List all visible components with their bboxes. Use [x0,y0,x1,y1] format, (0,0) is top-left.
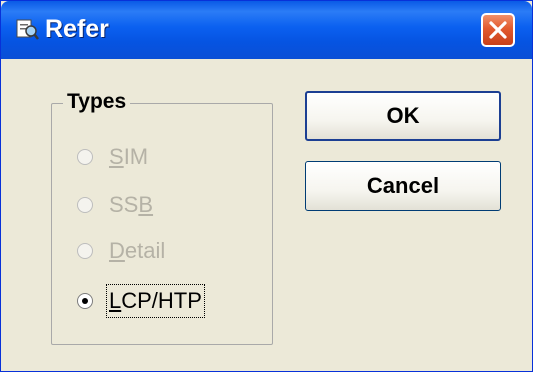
radio-button-lcp-htp[interactable] [77,293,93,309]
refer-app-icon [15,17,39,41]
title-bar[interactable]: Refer [1,1,532,59]
refer-dialog: Refer Types SIM SSB Detail LCP/HTP OK Ca… [0,0,533,372]
radio-label-lcp-htp: LCP/HTP [106,284,205,318]
cancel-button[interactable]: Cancel [305,161,501,211]
radio-button-detail[interactable] [77,243,93,259]
types-group-label: Types [63,89,131,115]
dialog-client-area: Types SIM SSB Detail LCP/HTP OK Cancel [1,59,532,371]
radio-selected-dot [82,298,88,304]
radio-label-sim: SIM [109,144,149,169]
radio-label-ssb: SSB [109,192,154,217]
close-button[interactable] [481,13,515,47]
ok-button[interactable]: OK [305,91,501,141]
radio-label-detail: Detail [109,238,166,263]
window-title: Refer [45,15,109,43]
close-icon [489,21,507,39]
radio-button-ssb[interactable] [77,197,93,213]
radio-button-sim[interactable] [77,149,93,165]
